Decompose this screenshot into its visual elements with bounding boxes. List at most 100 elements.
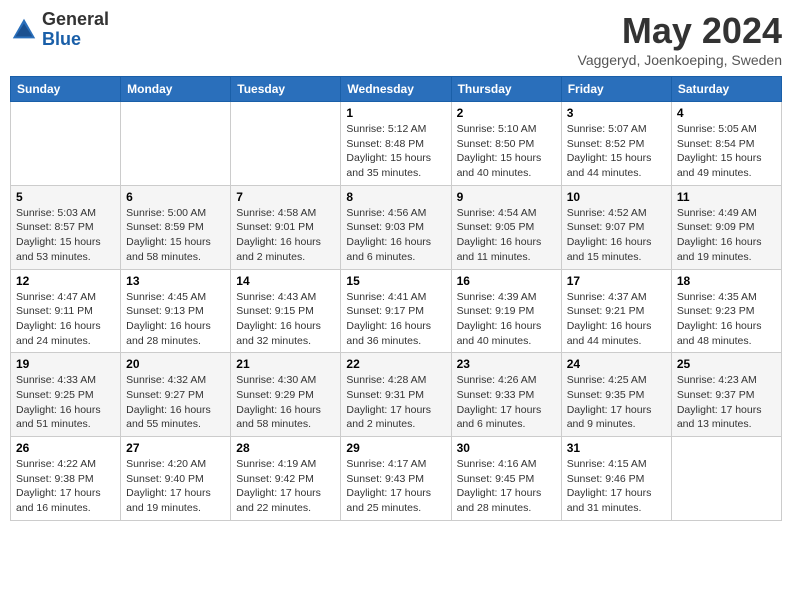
day-info: Sunrise: 5:03 AMSunset: 8:57 PMDaylight:…	[16, 206, 115, 265]
calendar-cell: 24 Sunrise: 4:25 AMSunset: 9:35 PMDayligh…	[561, 353, 671, 437]
day-info: Sunrise: 4:15 AMSunset: 9:46 PMDaylight:…	[567, 457, 666, 516]
day-info: Sunrise: 4:26 AMSunset: 9:33 PMDaylight:…	[457, 373, 556, 432]
logo-general: General	[42, 9, 109, 29]
day-info: Sunrise: 5:05 AMSunset: 8:54 PMDaylight:…	[677, 122, 776, 181]
day-number: 27	[126, 441, 225, 455]
calendar-cell: 29 Sunrise: 4:17 AMSunset: 9:43 PMDayligh…	[341, 437, 451, 521]
day-info: Sunrise: 4:28 AMSunset: 9:31 PMDaylight:…	[346, 373, 445, 432]
calendar-cell	[231, 102, 341, 186]
day-header-thursday: Thursday	[451, 77, 561, 102]
calendar-cell: 30Sunrise: 4:16 AMSunset: 9:45 PMDayligh…	[451, 437, 561, 521]
day-number: 7	[236, 190, 335, 204]
day-info: Sunrise: 4:49 AMSunset: 9:09 PMDaylight:…	[677, 206, 776, 265]
day-header-friday: Friday	[561, 77, 671, 102]
day-header-monday: Monday	[121, 77, 231, 102]
day-number: 14	[236, 274, 335, 288]
day-number: 22	[346, 357, 445, 371]
title-block: May 2024 Vaggeryd, Joenkoeping, Sweden	[578, 10, 782, 68]
day-number: 2	[457, 106, 556, 120]
day-number: 20	[126, 357, 225, 371]
calendar-cell: 7 Sunrise: 4:58 AMSunset: 9:01 PMDaylight…	[231, 185, 341, 269]
day-header-saturday: Saturday	[671, 77, 781, 102]
calendar-week-row: 19 Sunrise: 4:33 AMSunset: 9:25 PMDayligh…	[11, 353, 782, 437]
calendar-cell: 20 Sunrise: 4:32 AMSunset: 9:27 PMDayligh…	[121, 353, 231, 437]
calendar-cell: 13Sunrise: 4:45 AMSunset: 9:13 PMDayligh…	[121, 269, 231, 353]
day-number: 26	[16, 441, 115, 455]
day-info: Sunrise: 5:10 AMSunset: 8:50 PMDaylight:…	[457, 122, 556, 181]
day-info: Sunrise: 4:33 AMSunset: 9:25 PMDaylight:…	[16, 373, 115, 432]
logo: General Blue	[10, 10, 109, 50]
calendar-body: 1Sunrise: 5:12 AMSunset: 8:48 PMDaylight…	[11, 102, 782, 521]
day-info: Sunrise: 4:35 AMSunset: 9:23 PMDaylight:…	[677, 290, 776, 349]
calendar-cell: 15 Sunrise: 4:41 AMSunset: 9:17 PMDayligh…	[341, 269, 451, 353]
calendar-table: SundayMondayTuesdayWednesdayThursdayFrid…	[10, 76, 782, 521]
calendar-cell: 23 Sunrise: 4:26 AMSunset: 9:33 PMDayligh…	[451, 353, 561, 437]
day-info: Sunrise: 5:07 AMSunset: 8:52 PMDaylight:…	[567, 122, 666, 181]
location-title: Vaggeryd, Joenkoeping, Sweden	[578, 52, 782, 68]
logo-text: General Blue	[42, 10, 109, 50]
day-number: 24	[567, 357, 666, 371]
day-number: 25	[677, 357, 776, 371]
day-info: Sunrise: 4:47 AMSunset: 9:11 PMDaylight:…	[16, 290, 115, 349]
day-number: 6	[126, 190, 225, 204]
day-info: Sunrise: 4:43 AMSunset: 9:15 PMDaylight:…	[236, 290, 335, 349]
calendar-cell: 14 Sunrise: 4:43 AMSunset: 9:15 PMDayligh…	[231, 269, 341, 353]
day-info: Sunrise: 4:56 AMSunset: 9:03 PMDaylight:…	[346, 206, 445, 265]
calendar-cell	[11, 102, 121, 186]
day-number: 13	[126, 274, 225, 288]
calendar-cell: 8 Sunrise: 4:56 AMSunset: 9:03 PMDaylight…	[341, 185, 451, 269]
calendar-week-row: 1Sunrise: 5:12 AMSunset: 8:48 PMDaylight…	[11, 102, 782, 186]
calendar-cell: 5 Sunrise: 5:03 AMSunset: 8:57 PMDaylight…	[11, 185, 121, 269]
day-number: 8	[346, 190, 445, 204]
calendar-header-row: SundayMondayTuesdayWednesdayThursdayFrid…	[11, 77, 782, 102]
calendar-week-row: 5 Sunrise: 5:03 AMSunset: 8:57 PMDaylight…	[11, 185, 782, 269]
day-number: 21	[236, 357, 335, 371]
day-number: 19	[16, 357, 115, 371]
calendar-cell: 31 Sunrise: 4:15 AMSunset: 9:46 PMDayligh…	[561, 437, 671, 521]
day-info: Sunrise: 4:37 AMSunset: 9:21 PMDaylight:…	[567, 290, 666, 349]
calendar-cell	[671, 437, 781, 521]
page-header: General Blue May 2024 Vaggeryd, Joenkoep…	[10, 10, 782, 68]
day-info: Sunrise: 4:25 AMSunset: 9:35 PMDaylight:…	[567, 373, 666, 432]
month-title: May 2024	[578, 10, 782, 52]
day-info: Sunrise: 4:17 AMSunset: 9:43 PMDaylight:…	[346, 457, 445, 516]
day-number: 23	[457, 357, 556, 371]
logo-blue: Blue	[42, 29, 81, 49]
calendar-cell: 11 Sunrise: 4:49 AMSunset: 9:09 PMDayligh…	[671, 185, 781, 269]
day-number: 9	[457, 190, 556, 204]
day-number: 11	[677, 190, 776, 204]
day-number: 1	[346, 106, 445, 120]
day-number: 30	[457, 441, 556, 455]
day-info: Sunrise: 4:32 AMSunset: 9:27 PMDaylight:…	[126, 373, 225, 432]
day-number: 3	[567, 106, 666, 120]
calendar-cell: 28Sunrise: 4:19 AMSunset: 9:42 PMDayligh…	[231, 437, 341, 521]
day-header-tuesday: Tuesday	[231, 77, 341, 102]
calendar-cell: 17 Sunrise: 4:37 AMSunset: 9:21 PMDayligh…	[561, 269, 671, 353]
calendar-week-row: 26Sunrise: 4:22 AMSunset: 9:38 PMDayligh…	[11, 437, 782, 521]
calendar-cell: 10 Sunrise: 4:52 AMSunset: 9:07 PMDayligh…	[561, 185, 671, 269]
calendar-cell: 12Sunrise: 4:47 AMSunset: 9:11 PMDayligh…	[11, 269, 121, 353]
day-info: Sunrise: 4:30 AMSunset: 9:29 PMDaylight:…	[236, 373, 335, 432]
day-number: 10	[567, 190, 666, 204]
day-number: 17	[567, 274, 666, 288]
day-info: Sunrise: 4:54 AMSunset: 9:05 PMDaylight:…	[457, 206, 556, 265]
calendar-cell: 25 Sunrise: 4:23 AMSunset: 9:37 PMDayligh…	[671, 353, 781, 437]
day-info: Sunrise: 4:58 AMSunset: 9:01 PMDaylight:…	[236, 206, 335, 265]
day-number: 15	[346, 274, 445, 288]
calendar-cell: 1Sunrise: 5:12 AMSunset: 8:48 PMDaylight…	[341, 102, 451, 186]
calendar-week-row: 12Sunrise: 4:47 AMSunset: 9:11 PMDayligh…	[11, 269, 782, 353]
calendar-cell: 9 Sunrise: 4:54 AMSunset: 9:05 PMDaylight…	[451, 185, 561, 269]
calendar-cell: 26Sunrise: 4:22 AMSunset: 9:38 PMDayligh…	[11, 437, 121, 521]
calendar-cell: 19 Sunrise: 4:33 AMSunset: 9:25 PMDayligh…	[11, 353, 121, 437]
day-number: 29	[346, 441, 445, 455]
day-info: Sunrise: 4:19 AMSunset: 9:42 PMDaylight:…	[236, 457, 335, 516]
day-info: Sunrise: 4:41 AMSunset: 9:17 PMDaylight:…	[346, 290, 445, 349]
day-info: Sunrise: 4:23 AMSunset: 9:37 PMDaylight:…	[677, 373, 776, 432]
day-number: 31	[567, 441, 666, 455]
calendar-cell: 22 Sunrise: 4:28 AMSunset: 9:31 PMDayligh…	[341, 353, 451, 437]
calendar-cell	[121, 102, 231, 186]
calendar-cell: 16Sunrise: 4:39 AMSunset: 9:19 PMDayligh…	[451, 269, 561, 353]
day-number: 5	[16, 190, 115, 204]
day-number: 4	[677, 106, 776, 120]
day-info: Sunrise: 4:52 AMSunset: 9:07 PMDaylight:…	[567, 206, 666, 265]
